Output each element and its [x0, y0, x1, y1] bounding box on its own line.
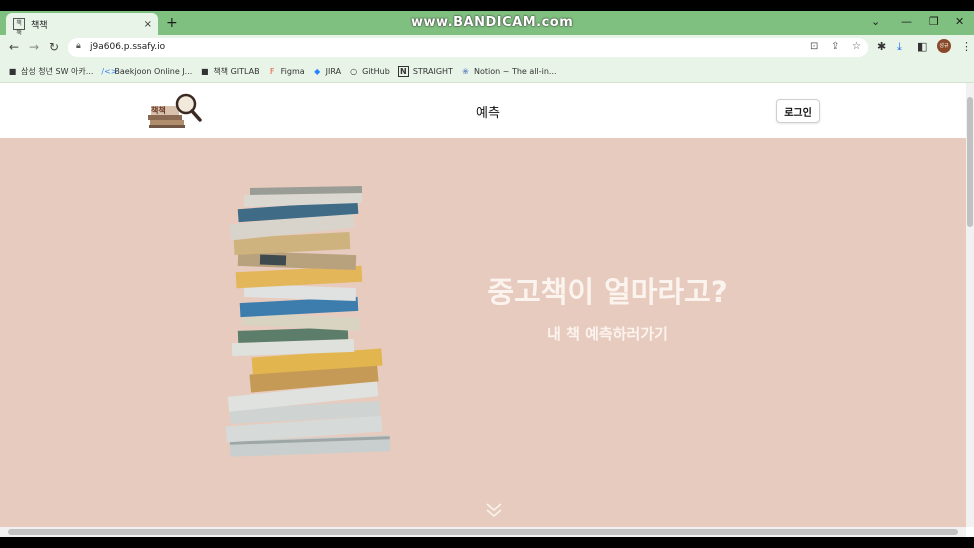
- menu-icon[interactable]: ⋮: [961, 40, 972, 53]
- bookmark-label: JIRA: [325, 66, 342, 76]
- bookmark-item[interactable]: N STRAIGHT: [397, 65, 453, 77]
- url-text: j9a606.p.ssafy.io: [90, 42, 166, 52]
- site-logo[interactable]: 책책: [148, 93, 202, 129]
- back-icon[interactable]: ←: [9, 40, 19, 54]
- maximize-icon[interactable]: ❐: [929, 15, 939, 28]
- forward-icon[interactable]: →: [29, 40, 39, 54]
- nav-predict-link[interactable]: 예측: [476, 102, 500, 121]
- horizontal-scrollbar-thumb[interactable]: [8, 529, 958, 535]
- tab-search-icon[interactable]: ⌄: [871, 15, 880, 28]
- horizontal-scrollbar[interactable]: [0, 527, 966, 537]
- bookmark-icon: ■: [8, 66, 17, 76]
- downloads-icon[interactable]: ⤓: [897, 40, 902, 54]
- extensions-icon[interactable]: ✱: [877, 40, 886, 53]
- hero-title: 중고책이 얼마라고?: [487, 275, 728, 309]
- minimize-icon[interactable]: —: [901, 15, 912, 28]
- bookmark-label: STRAIGHT: [412, 66, 453, 76]
- bookmark-item[interactable]: F Figma: [268, 67, 305, 76]
- scroll-down-chevron-icon[interactable]: [484, 502, 504, 518]
- bookmark-item[interactable]: ■ 삼성 청년 SW 아카...: [8, 66, 94, 77]
- browser-window: 책책 책책 × + www.BANDICAM.com ⌄ — ❐ ✕ ← → ↻…: [0, 11, 974, 537]
- close-window-icon[interactable]: ✕: [955, 15, 964, 28]
- browser-tab-active[interactable]: 책책 책책 ×: [6, 13, 158, 37]
- bookmark-item[interactable]: /<> Baekjoon Online J...: [101, 67, 192, 76]
- logo-text: 책책: [151, 105, 166, 115]
- bookmark-label: 삼성 청년 SW 아카...: [21, 66, 94, 76]
- tab-favicon-icon: 책책: [13, 18, 25, 37]
- install-app-icon[interactable]: ⊡: [810, 41, 818, 52]
- logo-book-magnifier-icon: 책책: [148, 93, 202, 128]
- side-panel-icon[interactable]: ◧: [917, 40, 927, 53]
- notion-icon: N: [397, 65, 409, 77]
- book-stack-illustration: [225, 186, 391, 457]
- share-icon[interactable]: ⇪: [831, 41, 839, 52]
- bookmark-icon: /<>: [101, 66, 118, 76]
- bookmark-label: Notion ~ The all-in...: [473, 66, 557, 76]
- login-button[interactable]: 로그인: [776, 99, 820, 123]
- bookmark-icon: ■: [201, 66, 209, 76]
- bookmark-label: Baekjoon Online J...: [114, 66, 193, 76]
- book-stack-image: [220, 183, 400, 473]
- browser-toolbar: ← → ↻ 🔒︎ j9a606.p.ssafy.io ⊡ ⇪ ☆ ✱ ⤓ ◧ 성…: [0, 35, 974, 60]
- github-icon: ○: [350, 66, 358, 76]
- site-header: 책책 예측 로그인: [0, 83, 966, 138]
- address-bar[interactable]: 🔒︎ j9a606.p.ssafy.io ⊡ ⇪ ☆: [68, 38, 868, 57]
- reload-icon[interactable]: ↻: [49, 40, 59, 54]
- bookmark-label: 책책 GITLAB: [213, 66, 260, 76]
- bookmark-item[interactable]: ◆ JIRA: [313, 67, 341, 76]
- recording-watermark: www.BANDICAM.com: [411, 15, 574, 30]
- vertical-scrollbar-thumb[interactable]: [967, 97, 973, 227]
- bookmark-label: Figma: [280, 66, 305, 76]
- tab-title: 책책: [31, 20, 48, 31]
- close-tab-icon[interactable]: ×: [144, 19, 152, 30]
- bookmark-icon: ❀: [462, 66, 469, 76]
- bookmark-item[interactable]: ■ 책책 GITLAB: [200, 66, 260, 77]
- hero-section: 중고책이 얼마라고? 내 책 예측하러가기: [0, 138, 966, 527]
- vertical-scrollbar[interactable]: [966, 83, 974, 527]
- bookmark-item[interactable]: ○ GitHub: [349, 67, 390, 76]
- bookmark-label: GitHub: [362, 66, 390, 76]
- jira-icon: ◆: [314, 66, 321, 76]
- hero-cta-link[interactable]: 내 책 예측하러가기: [515, 323, 700, 344]
- bookmark-star-icon[interactable]: ☆: [852, 41, 861, 52]
- figma-icon: F: [269, 66, 275, 76]
- bookmarks-bar: ■ 삼성 청년 SW 아카... /<> Baekjoon Online J..…: [0, 60, 974, 83]
- lock-icon: 🔒︎: [76, 41, 81, 51]
- profile-avatar[interactable]: 성규: [937, 39, 951, 53]
- new-tab-button[interactable]: +: [166, 14, 178, 32]
- bookmark-item[interactable]: ❀ Notion ~ The all-in...: [461, 66, 557, 76]
- tab-strip: 책책 책책 × + www.BANDICAM.com ⌄ — ❐ ✕: [0, 11, 974, 37]
